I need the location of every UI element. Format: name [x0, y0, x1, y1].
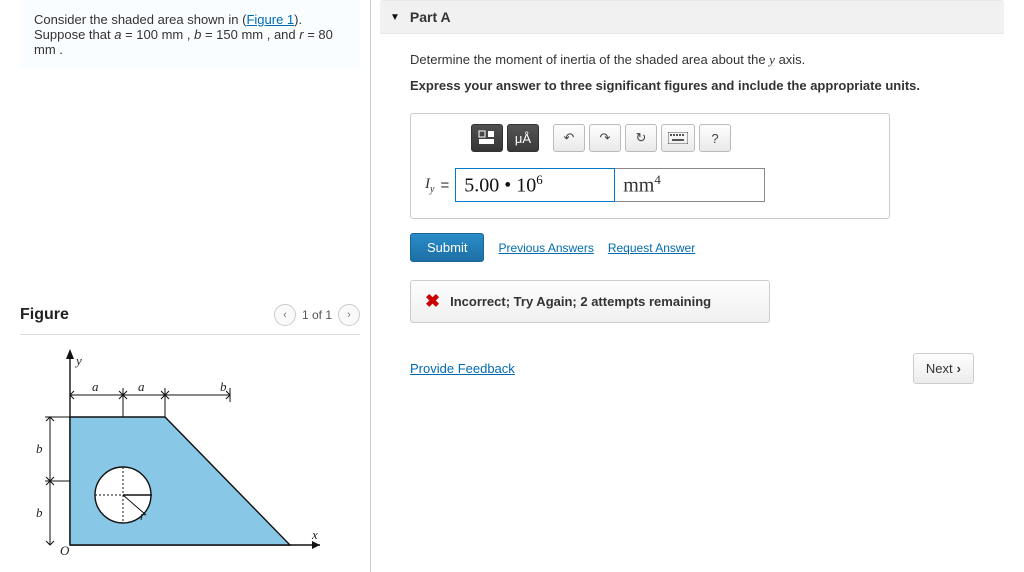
figure-link[interactable]: Figure 1: [246, 12, 294, 27]
dim-b-1: b: [36, 441, 43, 456]
provide-feedback-link[interactable]: Provide Feedback: [410, 361, 515, 376]
instruction-1: Determine the moment of inertia of the s…: [410, 52, 974, 68]
instruction-2: Express your answer to three significant…: [410, 78, 974, 93]
next-label: Next: [926, 361, 953, 376]
vertical-divider: [370, 0, 371, 572]
axis-y-label: y: [74, 353, 82, 368]
feedback-box: ✖ Incorrect; Try Again; 2 attempts remai…: [410, 280, 770, 323]
units-button[interactable]: μÅ: [507, 124, 539, 152]
dim-b-2: b: [36, 505, 43, 520]
dim-a-2: a: [138, 379, 145, 394]
redo-button[interactable]: ↷: [589, 124, 621, 152]
figure-next-button[interactable]: ›: [338, 304, 360, 326]
prompt-text-pre: Consider the shaded area shown in (: [34, 12, 246, 27]
val-b: = 150 mm , and: [201, 27, 299, 42]
figure-title: Figure: [20, 306, 69, 324]
value-input[interactable]: 5.00 • 106: [455, 168, 615, 202]
val-a: = 100 mm ,: [121, 27, 194, 42]
collapse-icon: ▼: [390, 12, 400, 23]
chevron-right-icon: ›: [957, 361, 961, 376]
problem-statement: Consider the shaded area shown in (Figur…: [20, 0, 360, 69]
axis-x-label: x: [311, 527, 318, 542]
figure-counter: 1 of 1: [302, 308, 332, 322]
keyboard-button[interactable]: [661, 124, 695, 152]
units-input[interactable]: mm4: [615, 168, 765, 202]
submit-button[interactable]: Submit: [410, 233, 484, 262]
dim-b-top: b: [220, 379, 227, 394]
previous-answers-link[interactable]: Previous Answers: [498, 241, 593, 255]
templates-button[interactable]: [471, 124, 503, 152]
reset-button[interactable]: ↻: [625, 124, 657, 152]
feedback-text: Incorrect; Try Again; 2 attempts remaini…: [450, 294, 711, 309]
answer-box: μÅ ↶ ↷ ↻ ? Iy = 5.00 • 106 mm4: [410, 113, 890, 219]
figure-pager: ‹ 1 of 1 ›: [274, 304, 360, 326]
request-answer-link[interactable]: Request Answer: [608, 241, 695, 255]
next-button[interactable]: Next ›: [913, 353, 974, 384]
answer-symbol: Iy: [425, 176, 434, 195]
incorrect-icon: ✖: [425, 291, 440, 312]
help-button[interactable]: ?: [699, 124, 731, 152]
answer-toolbar: μÅ ↶ ↷ ↻ ?: [411, 114, 889, 160]
origin-label: O: [60, 543, 70, 555]
part-label: Part A: [410, 9, 451, 25]
undo-button[interactable]: ↶: [553, 124, 585, 152]
dim-a-1: a: [92, 379, 99, 394]
figure-prev-button[interactable]: ‹: [274, 304, 296, 326]
figure-image: y x O a a b b b r: [20, 345, 320, 555]
equals-sign: =: [440, 177, 449, 194]
part-header[interactable]: ▼ Part A: [380, 0, 1004, 34]
